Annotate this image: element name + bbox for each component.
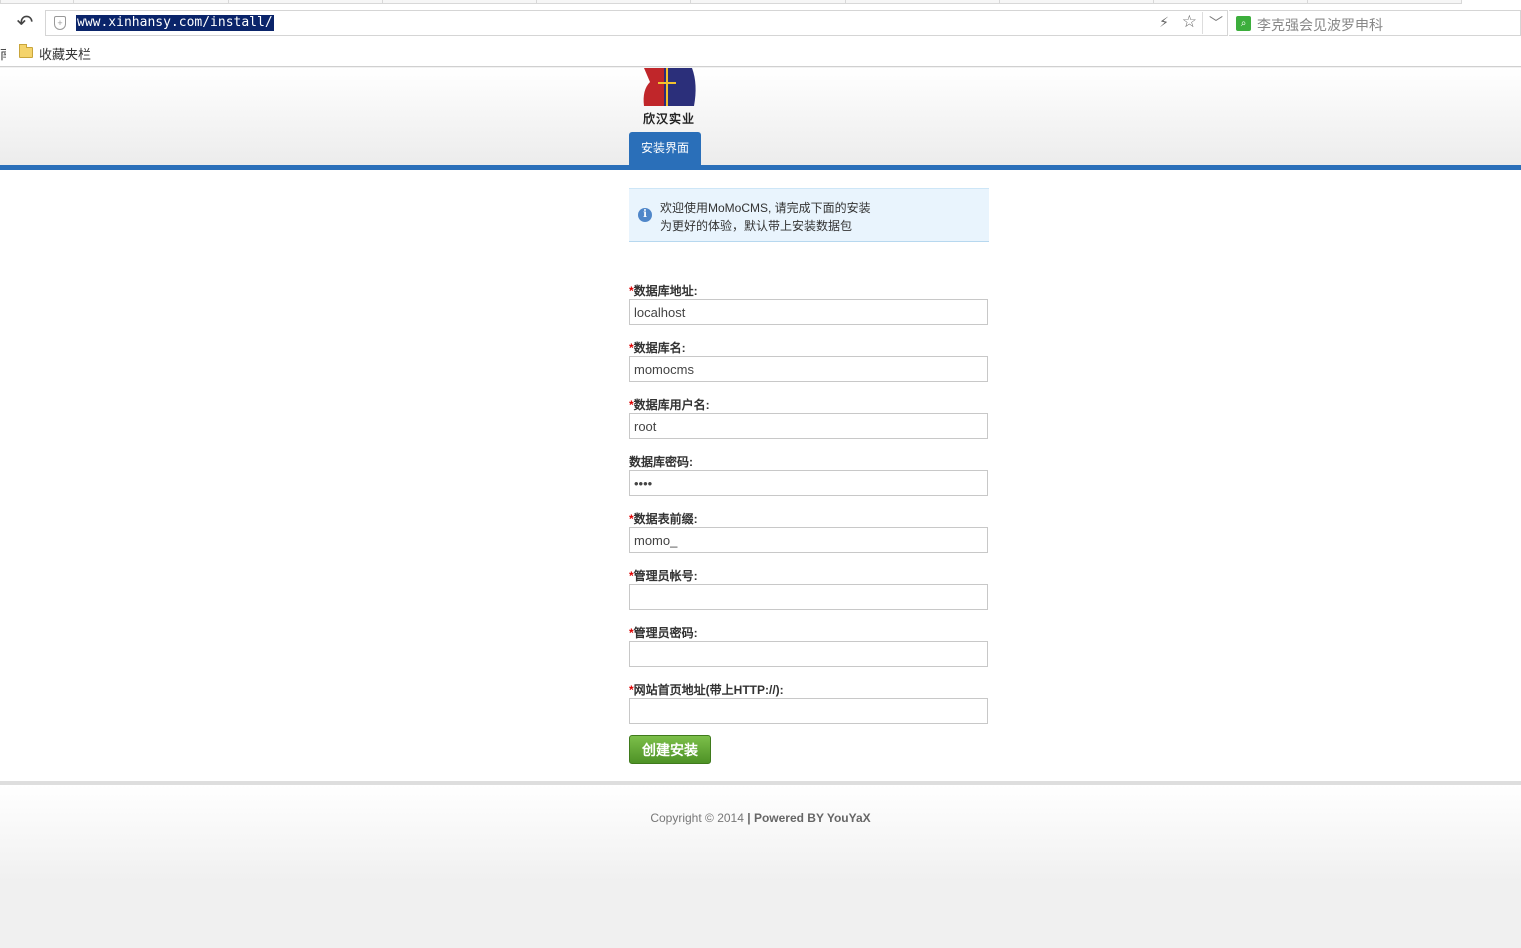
copyright-text: Copyright © 2014 — [650, 811, 744, 825]
browser-tab[interactable] — [845, 0, 999, 4]
logo-text: 欣汉实业 — [642, 112, 695, 126]
table-prefix-input[interactable] — [629, 527, 988, 553]
bookmarks-bar: 南 收藏夹栏 — [0, 37, 1521, 67]
db-host-label-text: 数据库地址: — [633, 284, 698, 298]
folder-icon[interactable] — [19, 44, 33, 58]
db-password-label-text: 数据库密码: — [629, 455, 693, 469]
browser-tab[interactable] — [382, 0, 536, 4]
browser-tab[interactable] — [1153, 0, 1307, 4]
admin-password-label: *管理员密码: — [629, 624, 698, 641]
db-password-label: 数据库密码: — [629, 453, 693, 470]
admin-password-input[interactable] — [629, 641, 988, 667]
browser-tab[interactable] — [690, 0, 845, 4]
admin-account-label: *管理员帐号: — [629, 567, 698, 584]
db-name-label: *数据库名: — [629, 339, 686, 356]
create-install-button[interactable]: 创建安装 — [629, 735, 711, 764]
admin-account-label-text: 管理员帐号: — [633, 569, 698, 583]
table-prefix-label: *数据表前缀: — [629, 510, 698, 527]
bookmarks-edge-text[interactable]: 南 — [0, 44, 6, 63]
footer-separator: | — [747, 811, 751, 825]
search-input[interactable]: 李克强会见波罗申科 — [1257, 15, 1383, 35]
db-host-label: *数据库地址: — [629, 282, 698, 299]
info-notice: i 欢迎使用MoMoCMS, 请完成下面的安装 为更好的体验，默认带上安装数据包 — [629, 188, 989, 242]
bookmarks-folder-label[interactable]: 收藏夹栏 — [39, 44, 91, 63]
db-user-label: *数据库用户名: — [629, 396, 710, 413]
star-icon[interactable]: ☆ — [1182, 12, 1197, 32]
browser-tab-strip — [0, 0, 1521, 9]
browser-tab[interactable] — [536, 0, 690, 4]
site-footer: Copyright © 2014 | Powered BY YouYaX — [0, 785, 1521, 948]
search-box[interactable]: ⌕ 李克强会见波罗申科 — [1229, 10, 1521, 36]
browser-tab[interactable] — [999, 0, 1153, 4]
search-icon: ⌕ — [1236, 16, 1251, 31]
tab-install[interactable]: 安装界面 — [629, 132, 701, 165]
site-url-label-text: 网站首页地址(带上HTTP://): — [633, 683, 784, 697]
undo-icon[interactable]: ↶ — [12, 12, 38, 34]
site-url-input[interactable] — [629, 698, 988, 724]
footer-copyright: Copyright © 2014 | Powered BY YouYaX — [0, 811, 1521, 825]
notice-line-2: 为更好的体验，默认带上安装数据包 — [660, 219, 853, 233]
db-user-input[interactable] — [629, 413, 988, 439]
db-password-input[interactable] — [629, 470, 988, 496]
db-name-label-text: 数据库名: — [633, 341, 686, 355]
notice-line-1: 欢迎使用MoMoCMS, 请完成下面的安装 — [660, 201, 871, 215]
db-host-input[interactable] — [629, 299, 988, 325]
chevron-down-icon[interactable]: ﹀ — [1202, 12, 1223, 34]
shield-icon: + — [54, 16, 66, 30]
table-prefix-label-text: 数据表前缀: — [633, 512, 698, 526]
address-url[interactable]: www.xinhansy.com/install/ — [76, 15, 274, 31]
browser-tab[interactable] — [228, 0, 382, 4]
db-name-input[interactable] — [629, 356, 988, 382]
powered-by-text: Powered BY YouYaX — [753, 811, 871, 825]
browser-toolbar: ↶ + www.xinhansy.com/install/ ⚡ ☆ ﹀ ⌕ 李克… — [0, 9, 1521, 37]
site-url-label: *网站首页地址(带上HTTP://): — [629, 681, 784, 698]
lightning-icon[interactable]: ⚡ — [1159, 14, 1169, 31]
admin-account-input[interactable] — [629, 584, 988, 610]
db-user-label-text: 数据库用户名: — [633, 398, 710, 412]
admin-password-label-text: 管理员密码: — [633, 626, 698, 640]
page-viewport: 欣汉实业 安装界面 i 欢迎使用MoMoCMS, 请完成下面的安装 为更好的体验… — [0, 68, 1521, 948]
header-divider — [0, 165, 1521, 170]
browser-tab[interactable] — [73, 0, 228, 4]
info-icon: i — [638, 208, 652, 222]
site-header: 欣汉实业 安装界面 — [0, 68, 1521, 165]
browser-tab[interactable] — [1307, 0, 1462, 4]
address-bar[interactable]: + www.xinhansy.com/install/ ⚡ ☆ ﹀ — [45, 10, 1228, 36]
browser-tab[interactable] — [0, 0, 73, 4]
